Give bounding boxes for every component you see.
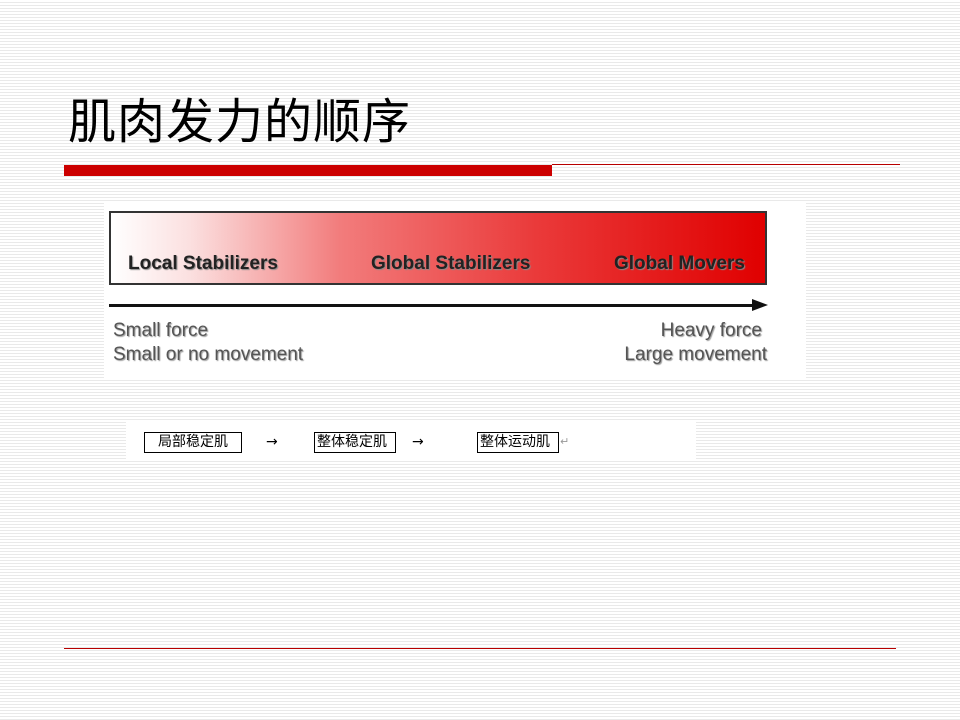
paragraph-mark-icon: ↵ (560, 435, 570, 448)
slide-title: 肌肉发力的顺序 (68, 94, 412, 150)
label-large-movement: Large movement (624, 344, 767, 365)
direction-arrow-line (109, 304, 754, 307)
label-global-stabilizers: Global Stabilizers (371, 253, 531, 274)
muscle-order-flow: 局部稳定肌 → 整体稳定肌 → 整体运动肌 ↵ (126, 421, 696, 461)
gradient-bar: Local Stabilizers Global Stabilizers Glo… (109, 211, 767, 285)
flow-step-global-stabilizer: 整体稳定肌 (314, 432, 396, 453)
label-local-stabilizers: Local Stabilizers (128, 253, 278, 274)
flow-step-local-stabilizer: 局部稳定肌 (144, 432, 242, 453)
flow-arrow-icon: → (412, 434, 424, 450)
flow-arrow-icon: → (266, 434, 278, 450)
label-small-movement: Small or no movement (113, 344, 304, 365)
title-underline-thin (552, 164, 900, 165)
label-small-force: Small force (113, 320, 209, 341)
flow-step-global-mover: 整体运动肌 (477, 432, 559, 453)
label-global-movers: Global Movers (614, 253, 745, 274)
arrow-right-icon (752, 299, 768, 311)
muscle-gradient-diagram: Local Stabilizers Global Stabilizers Glo… (104, 202, 806, 380)
footer-rule (64, 648, 896, 649)
title-underline-thick (64, 165, 552, 176)
label-heavy-force: Heavy force (660, 320, 762, 341)
